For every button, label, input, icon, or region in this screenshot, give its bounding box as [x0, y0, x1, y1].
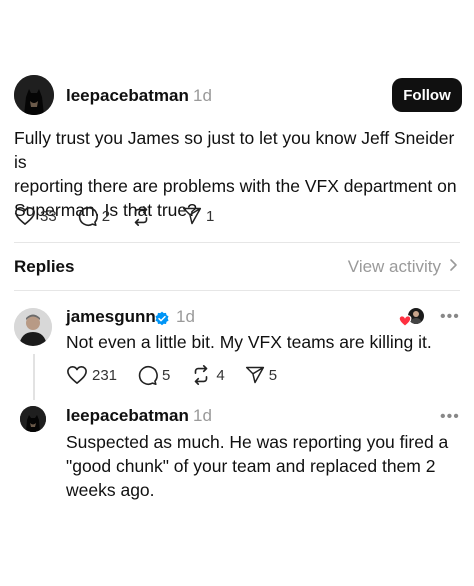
- like-button[interactable]: 33: [14, 206, 57, 226]
- comment-count: 2: [101, 207, 111, 225]
- reply-1-avatar[interactable]: [14, 308, 52, 346]
- comment-button[interactable]: 2: [77, 206, 110, 227]
- like-button[interactable]: 231: [66, 365, 117, 385]
- main-post-actions: 33 2 1: [14, 205, 234, 227]
- replies-heading: Replies: [14, 257, 75, 276]
- share-count: 1: [206, 207, 215, 225]
- author-liked-badge[interactable]: [398, 306, 426, 330]
- reply-2-text-line: weeks ago.: [66, 480, 155, 500]
- like-count: 231: [92, 366, 118, 384]
- repost-icon: [130, 205, 152, 227]
- share-icon: [245, 365, 265, 385]
- main-post-text-line: reporting there are problems with the VF…: [14, 176, 457, 196]
- reply-2-text-line: "good chunk" of your team and replaced t…: [66, 456, 436, 476]
- share-button[interactable]: 1: [182, 206, 214, 226]
- reply-2-text-line: Suspected as much. He was reporting you …: [66, 432, 449, 452]
- thread-line: [33, 354, 35, 400]
- share-icon: [182, 206, 202, 226]
- comment-count: 5: [162, 366, 171, 384]
- view-activity-link[interactable]: View activity: [348, 257, 458, 277]
- share-button[interactable]: 5: [245, 365, 277, 385]
- reply-2-text: Suspected as much. He was reporting you …: [66, 430, 466, 502]
- main-post-avatar[interactable]: [14, 75, 54, 115]
- repost-button[interactable]: 4: [190, 364, 225, 386]
- reply-2-time: 1d: [193, 406, 212, 425]
- share-count: 5: [268, 366, 278, 384]
- divider: [14, 242, 460, 243]
- follow-button[interactable]: Follow: [392, 78, 462, 112]
- heart-icon: [14, 206, 36, 226]
- main-post-text-line: Fully trust you James so just to let you…: [14, 128, 455, 172]
- reply-1-author[interactable]: jamesgunn: [66, 307, 156, 327]
- repost-icon: [190, 364, 212, 386]
- reply-1-more-icon[interactable]: •••: [440, 309, 460, 325]
- chevron-right-icon: [449, 257, 458, 277]
- view-activity-label: View activity: [347, 257, 441, 276]
- comment-icon: [77, 206, 98, 227]
- reply-1-text: Not even a little bit. My VFX teams are …: [66, 332, 432, 352]
- verified-icon: [154, 311, 170, 332]
- reply-2-more-icon[interactable]: •••: [440, 409, 460, 425]
- main-post-author[interactable]: leepacebatman: [66, 86, 189, 106]
- divider: [14, 290, 460, 291]
- repost-count: 4: [216, 366, 225, 384]
- heart-icon: [66, 365, 88, 385]
- main-post-time: 1d: [193, 86, 212, 105]
- repost-button[interactable]: [130, 205, 152, 227]
- comment-button[interactable]: 5: [137, 365, 170, 386]
- like-count: 33: [40, 207, 57, 225]
- reply-2-author[interactable]: leepacebatman: [66, 406, 189, 426]
- reply-1-actions: 231 5 4 5: [66, 364, 297, 386]
- comment-icon: [137, 365, 158, 386]
- reply-2-avatar[interactable]: [20, 406, 46, 432]
- reply-1-time: 1d: [176, 307, 195, 326]
